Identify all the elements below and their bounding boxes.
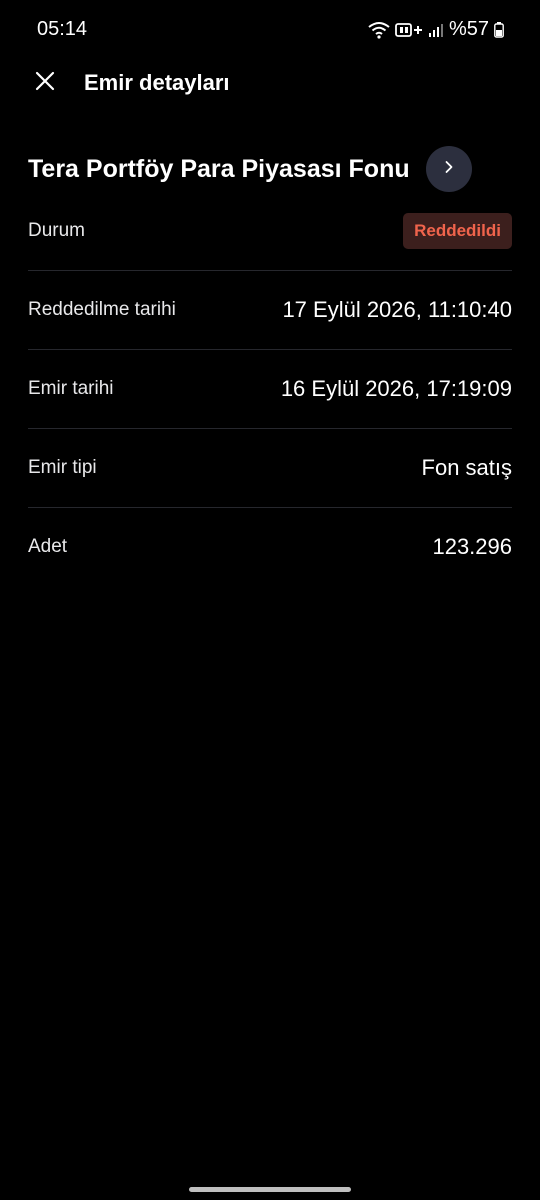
status-label: Durum <box>28 220 86 241</box>
header: Emir detayları <box>0 64 540 104</box>
rejection-date-value: 17 Eylül 2026, 11:10:40 <box>282 297 512 322</box>
quantity-value: 123.296 <box>432 534 512 559</box>
battery-icon <box>494 21 504 38</box>
order-date-label: Emir tarihi <box>28 378 114 399</box>
order-date-value: 16 Eylül 2026, 17:19:09 <box>280 376 512 401</box>
close-button[interactable] <box>28 66 62 100</box>
detail-row-rejection-date: Reddedilme tarihi 17 Eylül 2026, 11:10:4… <box>28 271 512 350</box>
rejection-date-label: Reddedilme tarihi <box>28 299 176 320</box>
wifi-icon <box>368 21 390 39</box>
order-details: Durum Reddedildi Reddedilme tarihi 17 Ey… <box>28 192 512 586</box>
fund-name: Tera Portföy Para Piyasası Fonu <box>28 154 410 183</box>
status-badge: Reddedildi <box>403 213 512 249</box>
detail-row-order-date: Emir tarihi 16 Eylül 2026, 17:19:09 <box>28 350 512 429</box>
detail-row-order-type: Emir tipi Fon satış <box>28 429 512 508</box>
order-type-label: Emir tipi <box>28 457 97 478</box>
fund-header: Tera Portföy Para Piyasası Fonu <box>28 146 512 192</box>
status-icons: %57 <box>368 18 504 41</box>
quantity-label: Adet <box>28 536 68 557</box>
chevron-right-icon <box>443 160 455 179</box>
status-bar: 05:14 %57 <box>0 0 540 60</box>
detail-row-quantity: Adet 123.296 <box>28 508 512 586</box>
status-time: 05:14 <box>37 18 88 40</box>
home-indicator[interactable] <box>189 1187 351 1192</box>
close-icon <box>35 71 55 96</box>
fund-detail-button[interactable] <box>425 146 472 192</box>
volte-icon <box>395 22 423 38</box>
battery-text: %57 <box>448 18 489 40</box>
order-type-value: Fon satış <box>421 455 512 480</box>
signal-icon <box>428 22 444 38</box>
page-title: Emir detayları <box>84 70 230 95</box>
detail-row-status: Durum Reddedildi <box>28 192 512 271</box>
